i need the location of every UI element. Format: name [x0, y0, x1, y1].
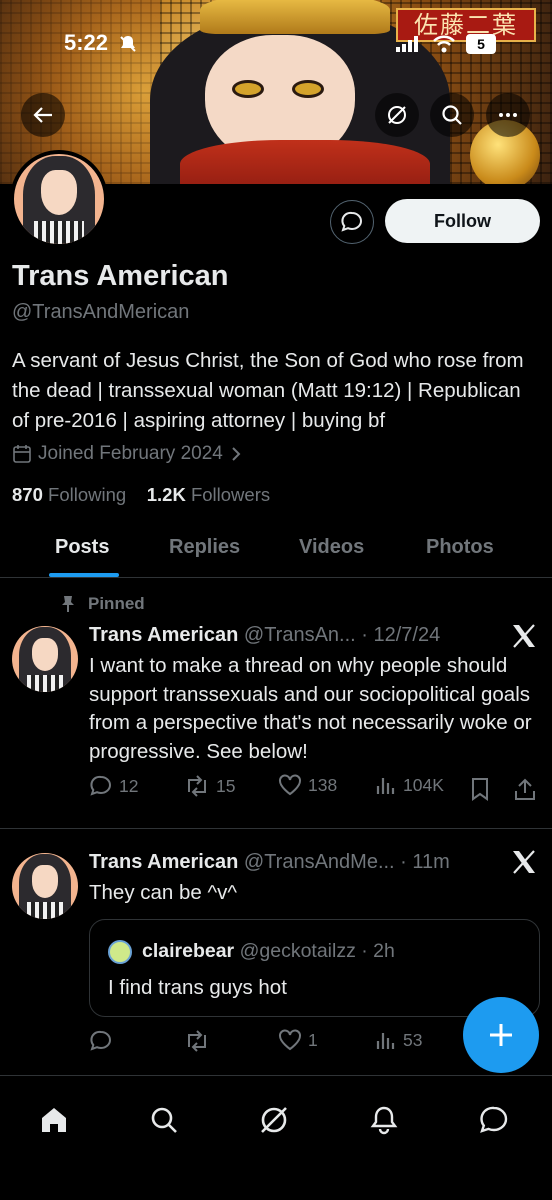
chat-bubble-icon	[341, 211, 362, 232]
calendar-icon	[13, 445, 31, 463]
like-count: 138	[308, 774, 338, 795]
back-button[interactable]	[21, 93, 65, 137]
search-button[interactable]	[430, 93, 474, 137]
reply-button[interactable]: 12	[89, 774, 138, 798]
tab-replies[interactable]: Replies	[169, 536, 240, 559]
views-button[interactable]: 53	[375, 1029, 422, 1051]
quote-meta: @geckotailzz · 2h	[239, 940, 395, 962]
quote-header: clairebear @geckotailzz · 2h	[142, 940, 395, 963]
reply-icon	[90, 1030, 111, 1051]
views-button[interactable]: 104K	[375, 774, 444, 796]
follow-stats: 870 Following 1.2K Followers	[12, 484, 270, 506]
home-icon[interactable]	[38, 1104, 70, 1136]
views-icon	[376, 778, 395, 794]
messages-icon[interactable]	[478, 1104, 510, 1136]
message-button[interactable]	[330, 200, 374, 244]
search-icon	[442, 105, 462, 125]
grok-icon	[388, 106, 406, 124]
quoted-post[interactable]: clairebear @geckotailzz · 2h I find tran…	[89, 919, 540, 1017]
notifications-icon[interactable]	[368, 1104, 400, 1136]
pinned-indicator: Pinned	[60, 594, 145, 614]
heart-icon	[279, 1029, 301, 1051]
views-count: 53	[403, 1029, 423, 1050]
followers-link[interactable]: 1.2K Followers	[147, 484, 270, 505]
quote-avatar	[108, 940, 132, 964]
search-icon[interactable]	[148, 1104, 180, 1136]
signal-icon	[396, 36, 418, 52]
plus-icon	[490, 1024, 512, 1046]
profile-bio: A servant of Jesus Christ, the Son of Go…	[12, 349, 524, 432]
pinned-label: Pinned	[88, 594, 145, 613]
profile-tabs: Posts Replies Videos Photos	[0, 520, 552, 578]
following-label: Following	[48, 484, 127, 505]
post-meta: @TransAndMe... · 11m	[243, 851, 450, 873]
quote-author-name: clairebear	[142, 940, 235, 962]
post-header: Trans American @TransAn... · 12/7/24	[89, 624, 440, 647]
views-icon	[376, 1033, 395, 1049]
joined-label: Joined February 2024	[38, 443, 223, 464]
share-icon[interactable]	[514, 777, 536, 801]
wifi-icon	[433, 35, 455, 53]
joined-date[interactable]: Joined February 2024	[12, 443, 243, 465]
followers-count: 1.2K	[146, 484, 186, 505]
grok-icon[interactable]	[258, 1104, 290, 1136]
post-avatar[interactable]	[12, 853, 78, 919]
post-author-name[interactable]: Trans American	[89, 624, 238, 646]
post-text[interactable]: I want to make a thread on why people sh…	[89, 652, 544, 766]
active-tab-indicator	[49, 573, 119, 577]
status-time: 5:22	[64, 30, 109, 55]
reply-count: 12	[119, 775, 139, 796]
repost-icon	[188, 775, 206, 797]
repost-icon	[188, 1030, 206, 1052]
post-actions: 12 15 138 104K	[89, 774, 544, 804]
reply-icon	[90, 775, 111, 796]
pin-icon	[62, 596, 74, 612]
tab-photos[interactable]: Photos	[426, 536, 494, 559]
x-logo-icon	[513, 624, 535, 648]
chevron-right-icon	[232, 447, 241, 461]
x-logo-icon	[513, 850, 535, 874]
following-link[interactable]: 870 Following	[12, 484, 126, 505]
profile-avatar[interactable]	[10, 150, 108, 248]
following-count: 870	[12, 484, 43, 505]
repost-count: 15	[216, 775, 236, 796]
back-arrow-icon	[33, 107, 52, 123]
profile-handle: @TransAndMerican	[12, 301, 190, 323]
repost-button[interactable]: 15	[184, 774, 235, 798]
bookmark-icon[interactable]	[470, 777, 490, 801]
followers-label: Followers	[190, 484, 271, 505]
bell-muted-icon	[120, 36, 136, 52]
follow-button[interactable]: Follow	[385, 199, 540, 243]
battery-indicator: 5	[466, 34, 496, 54]
bottom-nav	[0, 1075, 552, 1200]
more-icon	[499, 113, 517, 117]
repost-button[interactable]	[184, 1029, 216, 1053]
like-count: 1	[308, 1029, 318, 1050]
grok-button[interactable]	[375, 93, 419, 137]
like-button[interactable]: 138	[278, 774, 337, 796]
like-button[interactable]: 1	[278, 1029, 318, 1051]
post-avatar[interactable]	[12, 626, 78, 692]
heart-icon	[279, 774, 301, 796]
post-author-name[interactable]: Trans American	[89, 851, 238, 873]
quote-text: I find trans guys hot	[108, 976, 287, 999]
reply-button[interactable]	[89, 1029, 119, 1053]
tab-videos[interactable]: Videos	[299, 536, 364, 559]
post-meta: @TransAn... · 12/7/24	[243, 624, 441, 646]
more-button[interactable]	[486, 93, 530, 137]
tab-posts[interactable]: Posts	[55, 536, 109, 559]
post-text[interactable]: They can be ^v^	[89, 879, 544, 908]
post-header: Trans American @TransAndMe... · 11m	[89, 851, 450, 874]
profile-name: Trans American	[12, 260, 229, 292]
views-count: 104K	[403, 774, 444, 795]
compose-button[interactable]	[463, 997, 539, 1073]
